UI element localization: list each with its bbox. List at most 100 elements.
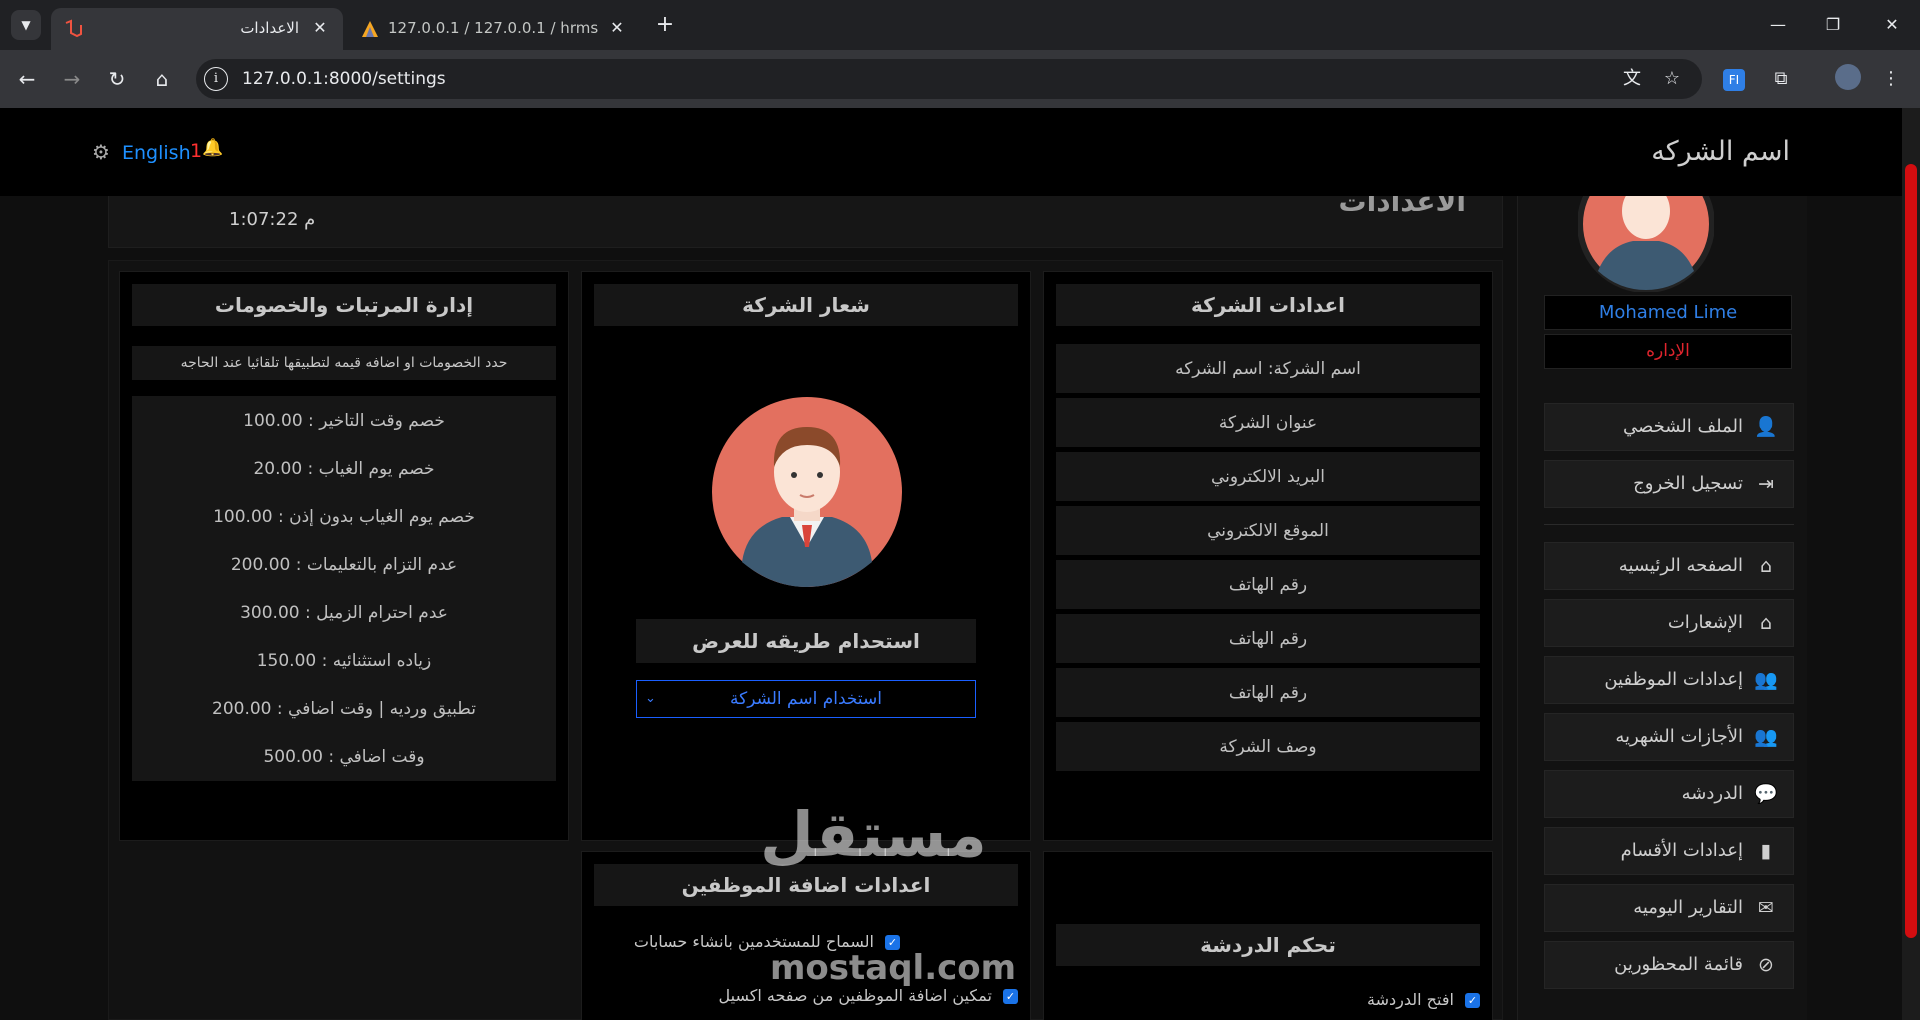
list-item[interactable]: خصم يوم الغياب : 20.00 bbox=[132, 444, 556, 494]
translate-icon[interactable]: 文 bbox=[1620, 67, 1644, 91]
list-item[interactable]: عدم التزام بالتعليمات : 200.00 bbox=[132, 540, 556, 590]
display-method-select[interactable]: ⌄ استخدام اسم الشركة bbox=[636, 680, 976, 718]
main-content: الاعدادات 1:07:22 م إدارة المرتبات والخص… bbox=[95, 166, 1517, 1020]
watermark-latin: mostaql.com bbox=[770, 948, 1017, 988]
laravel-icon bbox=[65, 19, 82, 38]
tab-title: الاعدادات bbox=[240, 19, 299, 37]
browser-toolbar: ← → ↻ ⌂ i 127.0.0.1:8000/settings 文 ☆ FI… bbox=[0, 50, 1920, 108]
divider bbox=[1544, 524, 1794, 525]
company-name: اسم الشركه bbox=[1651, 136, 1790, 167]
notification-count[interactable]: 1 bbox=[190, 140, 202, 162]
users-icon: 👥 bbox=[1754, 726, 1778, 748]
new-tab-button[interactable]: + bbox=[652, 12, 678, 38]
checkbox[interactable]: ✓ bbox=[1003, 989, 1018, 1004]
gear-icon[interactable]: ⚙ bbox=[92, 140, 110, 164]
close-icon[interactable]: ✕ bbox=[309, 17, 331, 39]
list-item[interactable]: عنوان الشركة bbox=[1056, 398, 1480, 448]
page-scrollbar[interactable] bbox=[1902, 108, 1920, 1020]
close-window-icon[interactable]: ✕ bbox=[1872, 10, 1912, 40]
bookmark-star-icon[interactable]: ☆ bbox=[1660, 67, 1684, 91]
sidebar-item-chat[interactable]: الدردشه 💬 bbox=[1544, 770, 1794, 818]
company-logo-card: شعار الشركة استحدام طريقه للعرض ⌄ استخدا… bbox=[581, 271, 1031, 841]
menu-kebab-icon[interactable]: ⋮ bbox=[1876, 64, 1906, 94]
users-icon: 👥 bbox=[1754, 669, 1778, 691]
app-header: ⚙ English 1 🔔 اسم الشركه bbox=[0, 108, 1902, 196]
sidebar-item-vacations[interactable]: الأجازات الشهريه 👥 bbox=[1544, 713, 1794, 761]
sidebar-item-label: تسجيل الخروج bbox=[1633, 473, 1743, 494]
sidebar-item-departments[interactable]: إعدادات الأقسام ▮ bbox=[1544, 827, 1794, 875]
card-title: تحكم الدردشة bbox=[1056, 924, 1480, 966]
open-chat-option[interactable]: افتح الدردشة ✓ bbox=[1367, 990, 1480, 1009]
close-icon[interactable]: ✕ bbox=[606, 17, 628, 39]
excel-import-option[interactable]: تمكين اضافة الموظفين من صفحه اكسيل ✓ bbox=[718, 986, 1018, 1005]
watermark-arabic: مستقل bbox=[760, 798, 987, 871]
chevron-down-icon: ⌄ bbox=[645, 691, 656, 706]
list-item[interactable]: عدم احترام الزميل : 300.00 bbox=[132, 588, 556, 638]
comment-icon: 💬 bbox=[1754, 783, 1778, 805]
url-text[interactable]: 127.0.0.1:8000/settings bbox=[242, 69, 446, 89]
forward-icon[interactable]: → bbox=[57, 64, 87, 94]
sidebar-item-label: التقارير اليوميه bbox=[1633, 897, 1743, 918]
display-method-label: استحدام طريقه للعرض bbox=[636, 619, 976, 663]
profile-avatar[interactable] bbox=[1833, 64, 1863, 94]
list-item[interactable]: وقت اضافي : 500.00 bbox=[132, 732, 556, 782]
list-item[interactable]: خصم يوم الغياب بدون إذن : 100.00 bbox=[132, 492, 556, 542]
list-item[interactable]: الموقع الالكتروني bbox=[1056, 506, 1480, 556]
extension-icon[interactable]: FI bbox=[1719, 64, 1749, 94]
sidebar-item-employees[interactable]: إعدادات الموظفين 👥 bbox=[1544, 656, 1794, 704]
option-label: تمكين اضافة الموظفين من صفحه اكسيل bbox=[718, 986, 992, 1005]
settings-panel: إدارة المرتبات والخصومات حدد الخصومات او… bbox=[108, 260, 1503, 1020]
tab-phpmyadmin[interactable]: 127.0.0.1 / 127.0.0.1 / hrms / co ✕ bbox=[348, 8, 640, 50]
sidebar: Mohamed Lime الإداره الملف الشخصي 👤 تسجي… bbox=[1517, 156, 1807, 1020]
user-name[interactable]: Mohamed Lime bbox=[1544, 295, 1792, 330]
extensions-puzzle-icon[interactable]: ⧉ bbox=[1766, 64, 1796, 94]
sidebar-item-reports[interactable]: التقارير اليوميه ✉ bbox=[1544, 884, 1794, 932]
list-item[interactable]: زياده استثنائيه : 150.00 bbox=[132, 636, 556, 686]
tab-title: 127.0.0.1 / 127.0.0.1 / hrms / co bbox=[388, 19, 598, 37]
phpmyadmin-icon bbox=[362, 21, 378, 37]
tab-settings[interactable]: الاعدادات ✕ bbox=[51, 8, 343, 50]
sidebar-item-logout[interactable]: تسجيل الخروج ⇥ bbox=[1544, 460, 1794, 508]
bell-icon[interactable]: 🔔 bbox=[202, 138, 223, 158]
ban-icon: ⊘ bbox=[1758, 954, 1774, 976]
company-settings-card: اعدادات الشركة اسم الشركة: اسم الشركه عن… bbox=[1043, 271, 1493, 841]
sidebar-item-label: الملف الشخصي bbox=[1623, 416, 1743, 437]
list-item[interactable]: تطبيق ورديه | وقت اضافي : 200.00 bbox=[132, 684, 556, 734]
sidebar-item-blocked[interactable]: قائمة المحظورين ⊘ bbox=[1544, 941, 1794, 989]
option-label: افتح الدردشة bbox=[1367, 990, 1454, 1009]
list-item[interactable]: البريد الالكتروني bbox=[1056, 452, 1480, 502]
company-logo-avatar bbox=[712, 397, 902, 587]
card-title: إدارة المرتبات والخصومات bbox=[132, 284, 556, 326]
tab-search-button[interactable]: ▼ bbox=[11, 10, 41, 40]
list-item[interactable]: خصم وقت التاخير : 100.00 bbox=[132, 396, 556, 446]
language-switch[interactable]: English bbox=[122, 142, 191, 164]
employee-add-card: اعدادات اضافة الموظفين السماح للمستخدمين… bbox=[581, 851, 1031, 1020]
sidebar-item-notifications[interactable]: الإشعارات ⌂ bbox=[1544, 599, 1794, 647]
reload-icon[interactable]: ↻ bbox=[102, 64, 132, 94]
home-icon: ⌂ bbox=[1759, 555, 1773, 577]
select-value: استخدام اسم الشركة bbox=[730, 689, 882, 709]
scrollbar-thumb[interactable] bbox=[1905, 164, 1917, 938]
user-edit-icon: 👤 bbox=[1754, 416, 1778, 438]
home-icon[interactable]: ⌂ bbox=[147, 64, 177, 94]
bar-chart-icon: ▮ bbox=[1760, 840, 1772, 862]
list-item[interactable]: اسم الشركة: اسم الشركه bbox=[1056, 344, 1480, 394]
restore-icon[interactable]: ❐ bbox=[1813, 10, 1853, 40]
list-item[interactable]: رقم الهاتف bbox=[1056, 668, 1480, 718]
list-item[interactable]: وصف الشركة bbox=[1056, 722, 1480, 772]
sidebar-item-label: إعدادات الأقسام bbox=[1620, 840, 1743, 861]
address-bar[interactable]: i 127.0.0.1:8000/settings 文 ☆ bbox=[196, 59, 1702, 99]
checkbox[interactable]: ✓ bbox=[1465, 993, 1480, 1008]
sidebar-item-label: الصفحه الرئيسيه bbox=[1618, 555, 1743, 576]
salaries-card: إدارة المرتبات والخصومات حدد الخصومات او… bbox=[119, 271, 569, 841]
minimize-icon[interactable]: — bbox=[1758, 10, 1798, 40]
list-item[interactable]: رقم الهاتف bbox=[1056, 614, 1480, 664]
back-icon[interactable]: ← bbox=[12, 64, 42, 94]
list-item[interactable]: رقم الهاتف bbox=[1056, 560, 1480, 610]
browser-tab-strip: ▼ الاعدادات ✕ 127.0.0.1 / 127.0.0.1 / hr… bbox=[0, 0, 1920, 50]
card-title: اعدادات الشركة bbox=[1056, 284, 1480, 326]
home-icon: ⌂ bbox=[1759, 612, 1773, 634]
site-info-icon[interactable]: i bbox=[204, 67, 228, 91]
sidebar-item-home[interactable]: الصفحه الرئيسيه ⌂ bbox=[1544, 542, 1794, 590]
sidebar-item-profile[interactable]: الملف الشخصي 👤 bbox=[1544, 403, 1794, 451]
